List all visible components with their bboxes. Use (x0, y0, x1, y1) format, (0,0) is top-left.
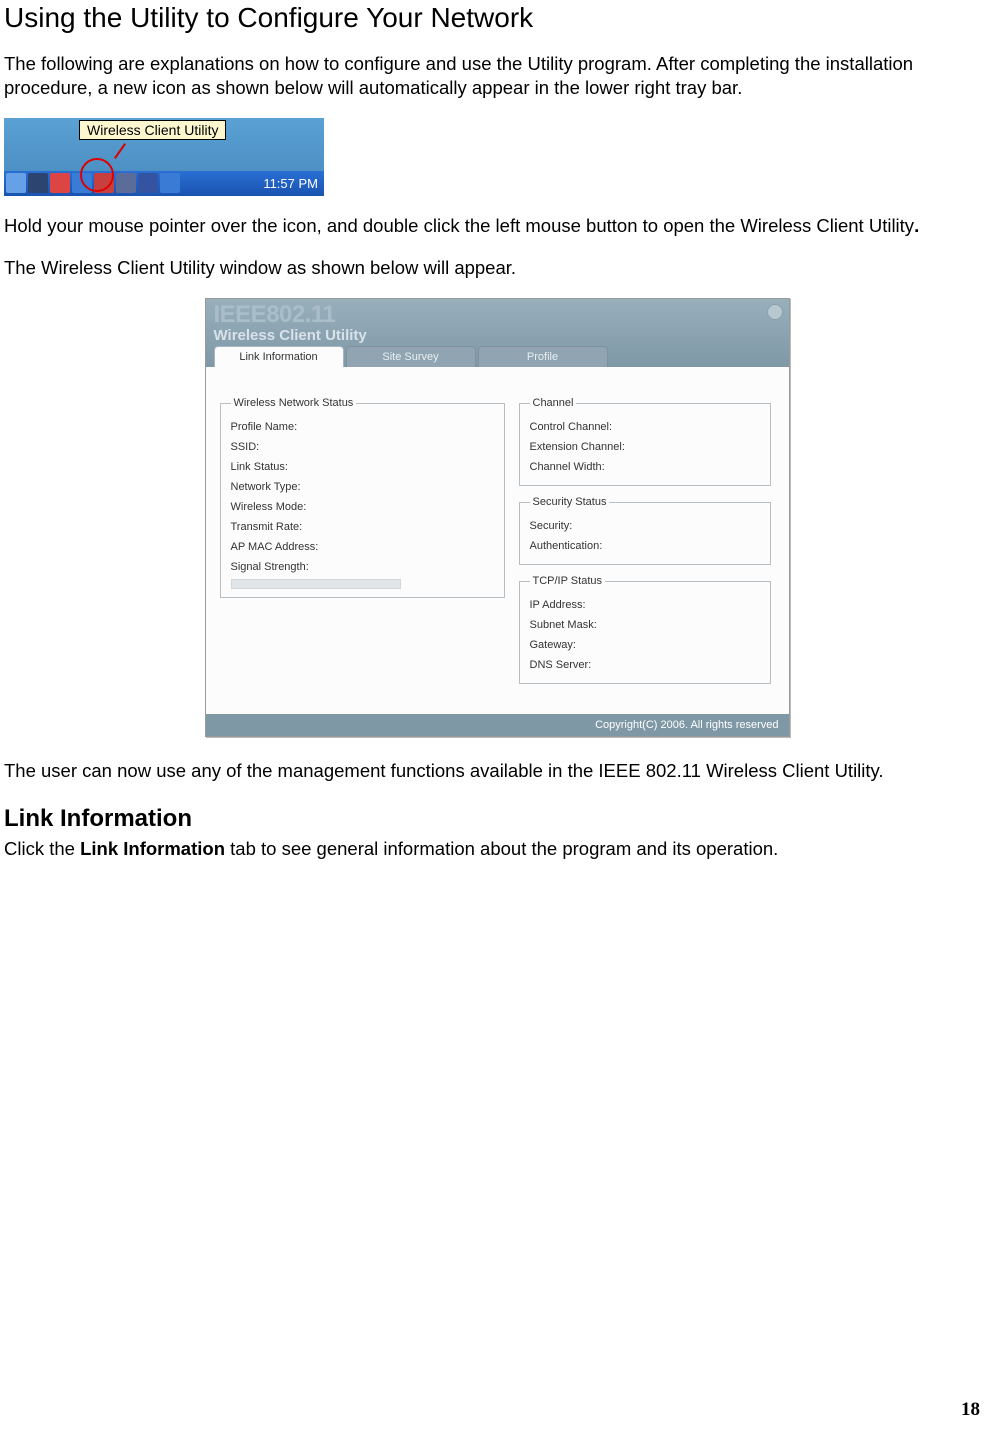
app-screenshot: IEEE802.11 Wireless Client Utility Link … (4, 298, 990, 737)
field-ip-address: IP Address: (530, 595, 762, 615)
text: tab to see general information about the… (225, 838, 778, 859)
bold-link-information: Link Information (80, 838, 225, 859)
close-icon[interactable] (767, 304, 783, 320)
app-body: Wireless Network Status Profile Name: SS… (206, 367, 789, 714)
section-title-link-information: Link Information (4, 805, 990, 833)
field-ssid: SSID: (231, 437, 496, 457)
group-tcpip-status: TCP/IP Status IP Address: Subnet Mask: G… (519, 575, 771, 684)
field-network-type: Network Type: (231, 477, 496, 497)
field-wireless-mode: Wireless Mode: (231, 497, 496, 517)
tray-clock: 11:57 PM (263, 176, 324, 191)
group-legend: Wireless Network Status (231, 397, 357, 409)
tray-tooltip: Wireless Client Utility (79, 120, 226, 140)
intro-paragraph-1: The following are explanations on how to… (4, 52, 990, 100)
text: Click the (4, 838, 80, 859)
page-number: 18 (961, 1399, 980, 1421)
field-dns-server: DNS Server: (530, 655, 762, 675)
text: Hold your mouse pointer over the icon, a… (4, 215, 914, 236)
group-channel: Channel Control Channel: Extension Chann… (519, 397, 771, 486)
tab-profile[interactable]: Profile (478, 346, 608, 367)
callout-circle (80, 158, 114, 192)
group-wireless-network-status: Wireless Network Status Profile Name: SS… (220, 397, 505, 598)
app-header: IEEE802.11 Wireless Client Utility Link … (206, 299, 789, 367)
group-legend: TCP/IP Status (530, 575, 606, 587)
wireless-client-utility-window: IEEE802.11 Wireless Client Utility Link … (205, 298, 790, 737)
field-signal-strength: Signal Strength: (231, 557, 496, 577)
tray-screenshot: Wireless Client Utility 11:57 PM (4, 118, 324, 196)
tray-icon (138, 173, 158, 193)
tab-link-information[interactable]: Link Information (214, 346, 344, 367)
field-ap-mac-address: AP MAC Address: (231, 537, 496, 557)
para-link-info-desc: Click the Link Information tab to see ge… (4, 837, 990, 861)
page-title: Using the Utility to Configure Your Netw… (4, 2, 990, 34)
tray-icon (28, 173, 48, 193)
app-footer-copyright: Copyright(C) 2006. All rights reserved (206, 714, 789, 736)
field-profile-name: Profile Name: (231, 417, 496, 437)
field-transmit-rate: Transmit Rate: (231, 517, 496, 537)
tray-icon (6, 173, 26, 193)
bold-period: . (914, 215, 919, 236)
group-legend: Channel (530, 397, 577, 409)
tray-icon (160, 173, 180, 193)
intro-paragraph-2: Hold your mouse pointer over the icon, a… (4, 214, 990, 238)
left-column: Wireless Network Status Profile Name: SS… (220, 397, 505, 684)
tray-icon (50, 173, 70, 193)
intro-paragraph-3: The Wireless Client Utility window as sh… (4, 256, 990, 280)
signal-strength-bar (231, 579, 401, 589)
field-authentication: Authentication: (530, 536, 762, 556)
group-legend: Security Status (530, 496, 610, 508)
tab-bar: Link Information Site Survey Profile (214, 346, 610, 367)
para-management-functions: The user can now use any of the manageme… (4, 759, 990, 783)
tab-site-survey[interactable]: Site Survey (346, 346, 476, 367)
field-gateway: Gateway: (530, 635, 762, 655)
field-security: Security: (530, 516, 762, 536)
right-column: Channel Control Channel: Extension Chann… (519, 397, 771, 684)
field-subnet-mask: Subnet Mask: (530, 615, 762, 635)
field-channel-width: Channel Width: (530, 457, 762, 477)
field-control-channel: Control Channel: (530, 417, 762, 437)
field-extension-channel: Extension Channel: (530, 437, 762, 457)
field-link-status: Link Status: (231, 457, 496, 477)
app-header-title-ieee: IEEE802.11 (214, 301, 781, 329)
app-header-subtitle: Wireless Client Utility (214, 327, 781, 344)
tray-icon (116, 173, 136, 193)
group-security-status: Security Status Security: Authentication… (519, 496, 771, 565)
